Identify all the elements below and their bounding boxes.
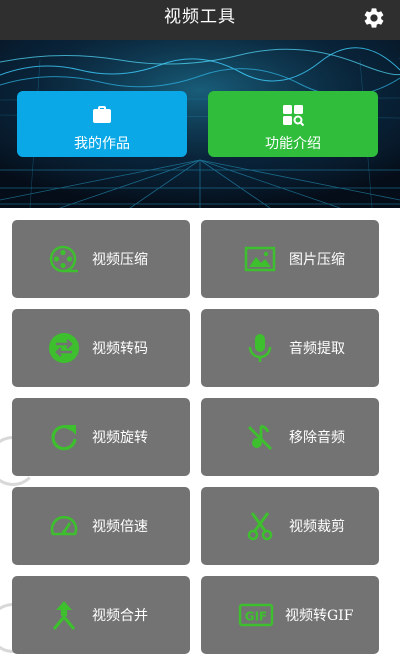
page-title: 视频工具 <box>164 7 236 27</box>
video-rotate-button[interactable]: 视频旋转 <box>12 398 190 476</box>
remove-audio-button[interactable]: 移除音频 <box>201 398 379 476</box>
tools-grid: 视频压缩 图片压缩 视频转码 音频提取 视频旋转 移除音频 视频倍速 视频裁剪 … <box>0 208 400 663</box>
speedometer-icon <box>50 515 78 536</box>
apps-search-icon <box>283 105 305 127</box>
my-works-button[interactable]: 我的作品 <box>17 91 187 157</box>
svg-text:GIF: GIF <box>245 610 268 624</box>
audio-extract-label: 音频提取 <box>289 341 345 357</box>
music-off-icon <box>248 424 272 450</box>
gif-icon: GIF <box>238 603 274 627</box>
microphone-icon <box>248 334 272 362</box>
gear-icon[interactable] <box>362 6 386 30</box>
video-to-gif-label: 视频转GIF <box>285 608 354 624</box>
image-compress-button[interactable]: 图片压缩 <box>201 220 379 298</box>
video-crop-button[interactable]: 视频裁剪 <box>201 487 379 565</box>
swap-icon <box>49 333 79 363</box>
hero-banner: 我的作品 功能介绍 <box>0 40 400 208</box>
video-crop-label: 视频裁剪 <box>289 519 345 535</box>
video-rotate-label: 视频旋转 <box>92 430 148 446</box>
image-compress-label: 图片压缩 <box>289 252 345 268</box>
my-works-label: 我的作品 <box>74 136 130 152</box>
audio-extract-button[interactable]: 音频提取 <box>201 309 379 387</box>
video-transcode-label: 视频转码 <box>92 341 148 357</box>
feature-intro-label: 功能介绍 <box>265 136 321 152</box>
video-to-gif-button[interactable]: GIF 视频转GIF <box>201 576 379 654</box>
top-bar: 视频工具 <box>0 0 400 40</box>
video-merge-label: 视频合并 <box>92 608 148 624</box>
merge-icon <box>52 601 76 631</box>
film-reel-icon <box>49 245 78 273</box>
remove-audio-label: 移除音频 <box>289 430 345 446</box>
video-speed-button[interactable]: 视频倍速 <box>12 487 190 565</box>
feature-intro-button[interactable]: 功能介绍 <box>208 91 378 157</box>
video-compress-label: 视频压缩 <box>92 252 148 268</box>
briefcase-icon <box>93 106 111 123</box>
image-icon <box>244 246 276 272</box>
video-compress-button[interactable]: 视频压缩 <box>12 220 190 298</box>
video-merge-button[interactable]: 视频合并 <box>12 576 190 654</box>
rotate-icon <box>51 425 77 451</box>
video-transcode-button[interactable]: 视频转码 <box>12 309 190 387</box>
video-speed-label: 视频倍速 <box>92 519 148 535</box>
scissors-icon <box>247 512 273 541</box>
